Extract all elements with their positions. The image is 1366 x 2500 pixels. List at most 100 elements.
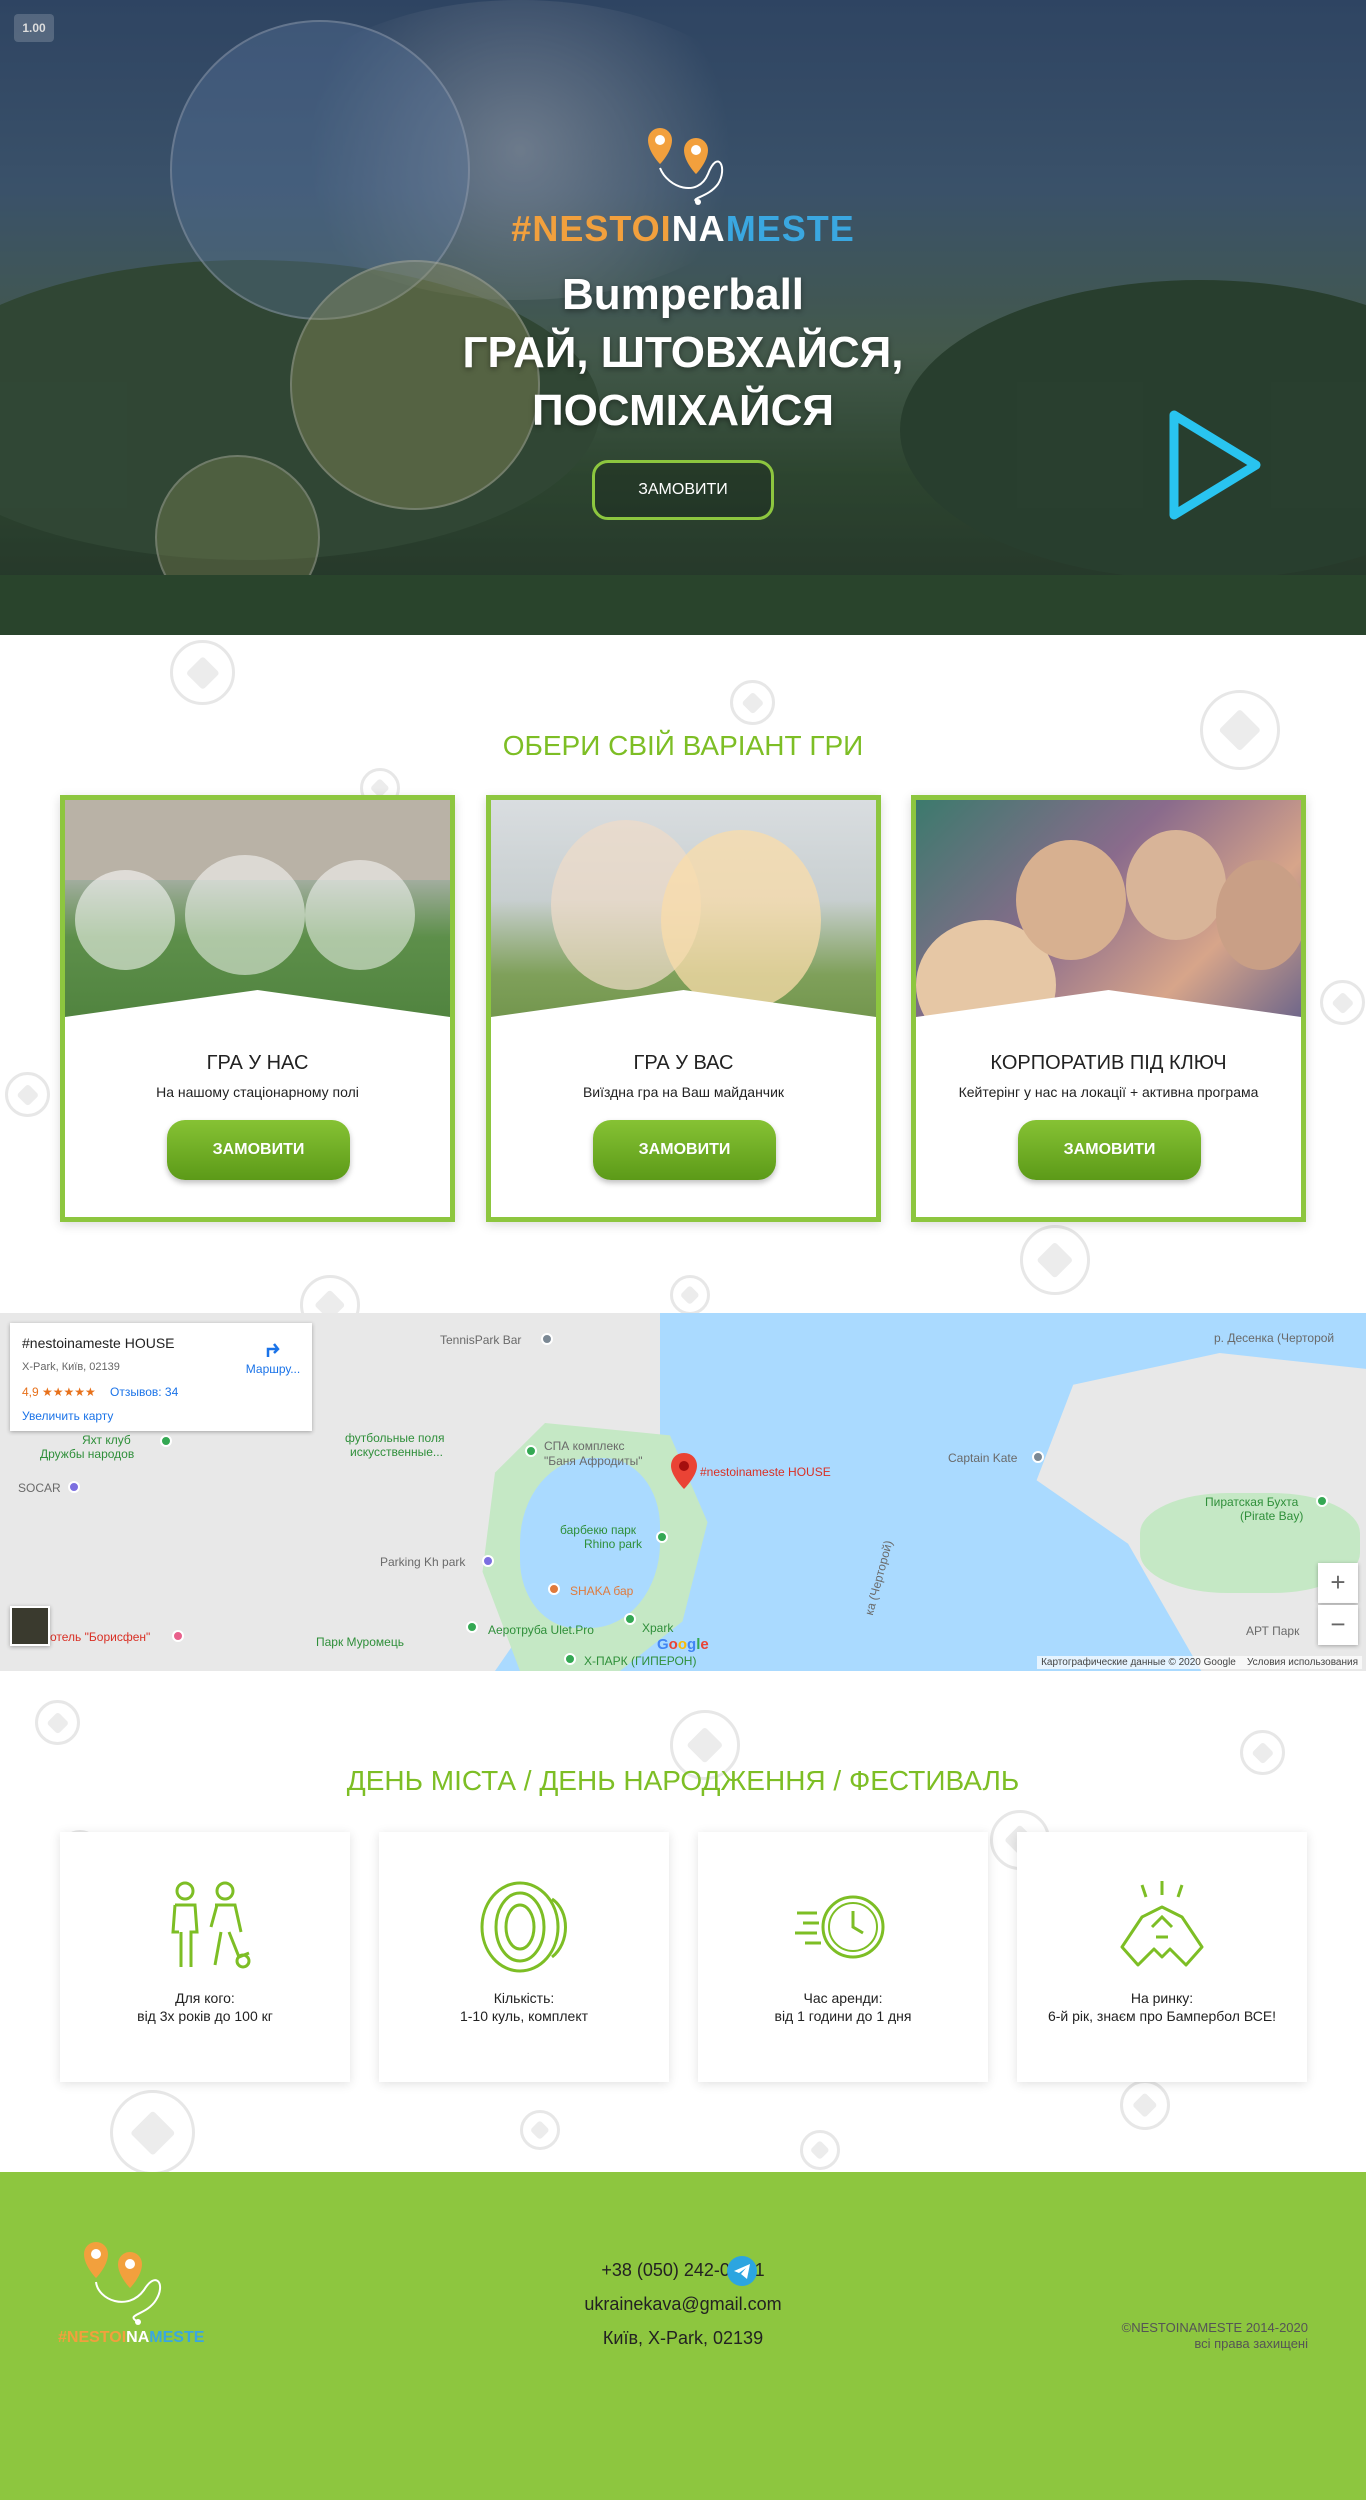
map-label-spa2[interactable]: "Баня Афродиты" [544, 1454, 642, 1468]
fuel-pin-icon[interactable] [68, 1481, 80, 1493]
card-photo [491, 800, 876, 1050]
feature-label: На ринку: [1130, 1990, 1194, 2006]
route-button[interactable]: Маршру... [238, 1337, 308, 1376]
card-order-button[interactable]: ЗАМОВИТИ [593, 1120, 776, 1180]
map-zoom-out-button[interactable]: − [1318, 1605, 1358, 1645]
footer-rights: всі права захищені [1194, 2336, 1308, 2351]
feature-value: 1-10 куль, комплект [459, 2008, 589, 2024]
map-label-barbecue2[interactable]: Rhino park [584, 1537, 642, 1551]
football-decor-icon [5, 1072, 50, 1117]
map-data-text: Картографические данные © 2020 Google [1041, 1657, 1236, 1668]
map-label-tennis[interactable]: TennisPark Bar [440, 1333, 521, 1347]
map-label-aerotruba[interactable]: Аеротруба Ulet.Pro [488, 1623, 594, 1637]
features-title: ДЕНЬ МІСТА / ДЕНЬ НАРОДЖЕННЯ / ФЕСТИВАЛЬ [346, 1765, 1020, 1796]
option-card-corporate: КОРПОРАТИВ ПІД КЛЮЧ Кейтерінг у нас на л… [911, 795, 1306, 1222]
hero-order-button[interactable]: ЗАМОВИТИ [592, 460, 774, 520]
bubble-ball-icon [480, 1881, 567, 1973]
feature-value: 6-й рік, знаєм про Бампербол ВСЕ! [1047, 2008, 1277, 2024]
map-label-xpark[interactable]: Xpark [642, 1621, 673, 1635]
bar-pin-icon[interactable] [548, 1583, 560, 1595]
brand-part3: MESTE [725, 208, 855, 249]
hero-logo [0, 128, 1366, 213]
hero-title-line2: ГРАЙ, ШТОВХАЙСЯ, [462, 328, 904, 377]
card-title: ГРА У НАС [206, 1052, 309, 1074]
football-decor-icon [730, 680, 775, 725]
feature-label: Кількість: [493, 1990, 555, 2006]
map-satellite-toggle[interactable] [10, 1606, 50, 1646]
map-label-xpark2[interactable]: Х-ПАРК (ГИПЕРОН) [584, 1654, 696, 1668]
place-name: #nestoinameste HOUSE [22, 1335, 175, 1351]
map-label-football1[interactable]: футбольные поля [345, 1431, 444, 1445]
map-label-yacht2[interactable]: Дружбы народов [40, 1447, 134, 1461]
hero-section: 1.00 #NESTOINAMESTE Bumperball ГРАЙ, ШТО… [0, 0, 1366, 635]
option-card-at-you: ГРА У ВАС Виїздна гра на Ваш майданчик З… [486, 795, 881, 1222]
card-order-button[interactable]: ЗАМОВИТИ [1018, 1120, 1201, 1180]
map-label-hotel[interactable]: отель "Борисфен" [50, 1630, 150, 1644]
feature-card-quantity: Кількість: 1-10 куль, комплект [379, 1832, 669, 2082]
football-decor-icon [170, 640, 235, 705]
park-pin-icon[interactable] [466, 1621, 478, 1633]
map-attribution: Картографические данные © 2020 Google Ус… [1037, 1656, 1362, 1669]
card-title: ГРА У ВАС [633, 1052, 734, 1074]
football-decor-icon [35, 1700, 80, 1745]
bar-pin-icon[interactable] [541, 1333, 553, 1345]
map-label-captain[interactable]: Captain Kate [948, 1451, 1017, 1465]
telegram-icon[interactable] [727, 2256, 757, 2286]
map-label-spa1[interactable]: СПА комплекс [544, 1439, 625, 1453]
footer-email[interactable]: ukrainekava@gmail.com [0, 2294, 1366, 2315]
place-rating: 4,9 ★★★★★ [22, 1385, 96, 1399]
sport-pin-icon[interactable] [525, 1445, 537, 1457]
card-subtitle: На нашому стаціонарному полі [156, 1084, 359, 1100]
feature-card-rent-time: Час аренди: від 1 години до 1 дня [698, 1832, 988, 2082]
location-pins-logo-icon [648, 128, 724, 205]
google-map[interactable]: TennisPark Bar р. Десенка (Черторой Яхт … [0, 1313, 1366, 1671]
hotel-pin-icon[interactable] [172, 1630, 184, 1642]
map-land [760, 1313, 1060, 1353]
footer-phone[interactable]: +38 (050) 242-02-11 [0, 2260, 1366, 2281]
map-label-football2[interactable]: искусственные... [350, 1445, 443, 1459]
feature-card-experience: На ринку: 6-й рік, знаєм про Бампербол В… [1017, 1832, 1307, 2082]
map-label-socar[interactable]: SOCAR [18, 1481, 61, 1495]
football-decor-icon [670, 1275, 710, 1315]
park-pin-icon[interactable] [1316, 1495, 1328, 1507]
football-decor-icon [110, 2090, 195, 2175]
place-reviews-link[interactable]: Отзывов: 34 [110, 1385, 178, 1399]
card-photo [916, 800, 1301, 1050]
route-label: Маршру... [245, 1362, 301, 1376]
hero-title-line1: Bumperball [561, 270, 805, 319]
card-order-button[interactable]: ЗАМОВИТИ [167, 1120, 350, 1180]
map-terms-link[interactable]: Условия использования [1247, 1657, 1358, 1668]
map-label-yacht1[interactable]: Яхт клуб [82, 1433, 131, 1447]
brand-part2: NA [671, 208, 726, 249]
park-pin-icon[interactable] [624, 1613, 636, 1625]
card-notch [491, 990, 876, 1050]
feature-card-audience: Для кого: від 3х років до 100 кг [60, 1832, 350, 2082]
football-decor-icon [1320, 980, 1365, 1025]
park-pin-icon[interactable] [564, 1653, 576, 1665]
play-video-icon[interactable] [1160, 405, 1270, 525]
location-marker-icon[interactable] [671, 1453, 697, 1489]
parking-pin-icon[interactable] [482, 1555, 494, 1567]
park-pin-icon[interactable] [160, 1435, 172, 1447]
park-pin-icon[interactable] [656, 1531, 668, 1543]
restaurant-pin-icon[interactable] [1032, 1451, 1044, 1463]
map-label-house[interactable]: #nestoinameste HOUSE [700, 1465, 831, 1479]
option-card-at-us: ГРА У НАС На нашому стаціонарному полі З… [60, 795, 455, 1222]
map-zoom-in-button[interactable]: + [1318, 1563, 1358, 1603]
hero-brand: #NESTOINAMESTE [0, 208, 1366, 250]
handshake-icon [1120, 1881, 1204, 1967]
card-subtitle: Виїздна гра на Ваш майданчик [582, 1084, 785, 1100]
card-title: КОРПОРАТИВ ПІД КЛЮЧ [990, 1052, 1227, 1074]
map-label-barbecue1[interactable]: барбекю парк [560, 1523, 636, 1537]
map-label-pirate2[interactable]: (Pirate Bay) [1240, 1509, 1303, 1523]
map-place-card: #nestoinameste HOUSE X-Park, Київ, 02139… [10, 1323, 312, 1431]
map-label-shaka[interactable]: SHAKA бар [570, 1584, 633, 1598]
map-label-pirate1[interactable]: Пиратская Бухта [1205, 1495, 1298, 1509]
map-label-art[interactable]: АРТ Парк [1246, 1624, 1299, 1638]
map-label-parking[interactable]: Parking Kh park [380, 1555, 465, 1569]
options-title: ОБЕРИ СВІЙ ВАРІАНТ ГРИ [502, 730, 864, 761]
map-label-muromets[interactable]: Парк Муромець [316, 1635, 404, 1649]
card-photo [65, 800, 450, 1050]
football-decor-icon [1020, 1225, 1090, 1295]
enlarge-map-link[interactable]: Увеличить карту [22, 1409, 113, 1423]
